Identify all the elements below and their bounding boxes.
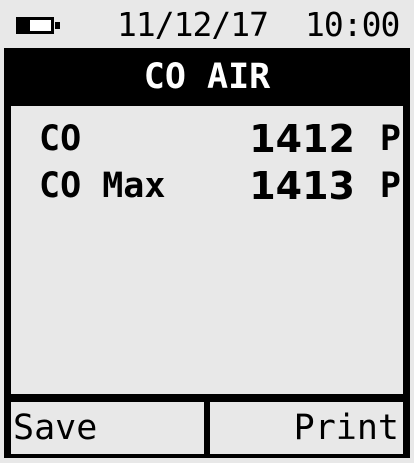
status-bar: 11/12/17 10:00 <box>0 0 414 48</box>
status-date: 11/12/17 <box>117 5 269 44</box>
reading-label: CO Max <box>39 166 166 206</box>
battery-terminal <box>55 22 60 29</box>
reading-label: CO <box>39 119 82 159</box>
battery-icon <box>16 17 60 34</box>
battery-level-fill <box>19 20 31 31</box>
reading-row-co-max: CO Max 1413 P <box>11 163 403 209</box>
print-button[interactable]: Print <box>210 402 403 454</box>
status-time: 10:00 <box>305 5 400 44</box>
reading-value: 1412 <box>249 117 355 161</box>
reading-row-co: CO 1412 P <box>11 116 403 162</box>
print-button-label: Print <box>293 408 399 448</box>
save-button-label: Save <box>13 408 98 448</box>
save-button[interactable]: Save <box>11 402 204 454</box>
page-title: CO AIR <box>143 57 271 97</box>
main-frame: CO AIR CO 1412 P CO Max 1413 P Save Prin… <box>4 48 410 458</box>
softkey-bar: Save Print <box>11 402 403 454</box>
reading-value: 1413 <box>249 164 355 208</box>
reading-unit: P <box>379 119 401 159</box>
reading-unit: P <box>379 166 401 206</box>
device-screen: 11/12/17 10:00 CO AIR CO 1412 P CO Max 1… <box>0 0 414 463</box>
readings-panel: CO 1412 P CO Max 1413 P <box>11 106 403 394</box>
